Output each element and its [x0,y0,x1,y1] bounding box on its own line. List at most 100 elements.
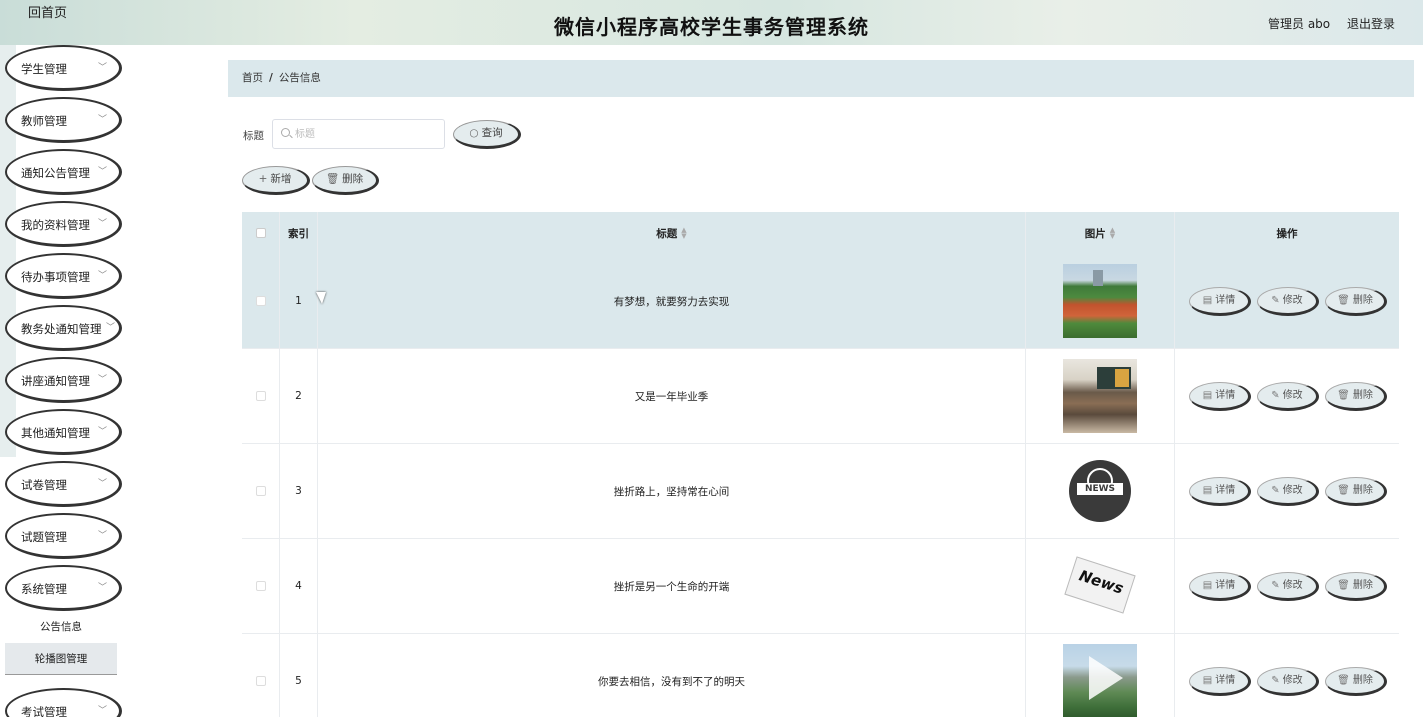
detail-button[interactable]: ▤ 详情 [1189,572,1251,601]
campus-image[interactable] [1063,644,1137,717]
sidebar-subitem-notice-info[interactable]: 公告信息 [5,611,117,643]
search-input[interactable] [295,126,435,142]
delete-button[interactable]: 🗑 删除 [1325,667,1387,696]
sidebar-item-label: 通知公告管理 [21,166,90,180]
header-checkbox-cell [242,212,280,254]
sort-icon[interactable]: ▲ ▼ [1110,227,1115,240]
mouse-cursor-icon [316,292,326,304]
row-index: 1 [280,254,318,348]
sidebar-item-todo[interactable]: 待办事项管理 ﹀ [5,253,122,299]
delete-button[interactable]: 🗑 删除 [1325,477,1387,506]
delete-label: 删除 [1352,485,1373,496]
row-image-cell: NEWS [1026,444,1175,538]
edit-button[interactable]: ✎ 修改 [1257,667,1319,696]
header-actions: 操作 [1276,227,1298,240]
plus-icon: + [258,173,268,185]
detail-button[interactable]: ▤ 详情 [1189,477,1251,506]
delete-button[interactable]: 🗑 删除 [1325,287,1387,316]
search-field[interactable] [272,119,445,149]
logout-link[interactable]: 退出登录 [1347,15,1395,32]
sort-icon[interactable]: ▲ ▼ [681,227,686,240]
row-checkbox-cell [242,539,280,633]
sidebar-item-label: 教师管理 [21,114,67,128]
row-checkbox[interactable] [255,391,266,401]
query-button[interactable]: ○ 查询 [453,120,521,149]
detail-button[interactable]: ▤ 详情 [1189,667,1251,696]
sidebar-item-student[interactable]: 学生管理 ﹀ [5,45,122,91]
edit-label: 修改 [1282,295,1303,306]
select-all-checkbox[interactable] [255,228,266,238]
table-row[interactable]: 4 挫折是另一个生命的开端 News ▤ 详情 ✎ 修改 🗑 删除 [242,539,1399,634]
pencil-icon: ✎ [1271,580,1280,591]
row-title: 有梦想，就要努力去实现 [318,254,1026,348]
row-checkbox[interactable] [255,296,266,306]
breadcrumb-home[interactable]: 首页 [242,72,263,84]
sidebar-item-system[interactable]: 系统管理 ﹀ [5,565,122,611]
edit-label: 修改 [1282,390,1303,401]
news-globe-image[interactable]: NEWS [1063,454,1137,528]
edit-label: 修改 [1282,580,1303,591]
table-row[interactable]: 5 你要去相信，没有到不了的明天 ▤ 详情 ✎ 修改 🗑 删除 [242,634,1399,717]
edit-label: 修改 [1282,485,1303,496]
add-button[interactable]: + 新增 [242,166,310,195]
row-title: 挫折是另一个生命的开端 [318,539,1026,633]
sports-field-image[interactable] [1063,264,1137,338]
sidebar-item-question[interactable]: 试题管理 ﹀ [5,513,122,559]
row-index: 5 [280,634,318,717]
document-icon: ▤ [1202,675,1213,686]
delete-button[interactable]: 🗑 删除 [1325,572,1387,601]
sidebar-item-paper[interactable]: 试卷管理 ﹀ [5,461,122,507]
add-button-label: 新增 [270,173,292,185]
delete-label: 删除 [1352,580,1373,591]
sidebar-item-other-notice[interactable]: 其他通知管理 ﹀ [5,409,122,455]
classroom-image[interactable] [1063,359,1137,433]
chevron-down-icon: ﹀ [97,531,107,541]
row-title: 又是一年毕业季 [318,349,1026,443]
document-icon: ▤ [1202,580,1213,591]
row-checkbox-cell [242,254,280,348]
chevron-down-icon: ﹀ [105,323,115,333]
trash-icon: 🗑 [325,173,340,185]
sidebar-item-exam[interactable]: 考试管理 ﹀ [5,688,122,717]
row-actions: ▤ 详情 ✎ 修改 🗑 删除 [1175,634,1399,717]
detail-label: 详情 [1215,390,1236,401]
sidebar-item-teacher[interactable]: 教师管理 ﹀ [5,97,122,143]
sidebar-item-label: 系统管理 [21,582,67,596]
sidebar-item-notice[interactable]: 通知公告管理 ﹀ [5,149,122,195]
pencil-icon: ✎ [1271,675,1280,686]
edit-button[interactable]: ✎ 修改 [1257,287,1319,316]
breadcrumb: 首页 / 公告信息 [228,60,1414,97]
breadcrumb-separator: / [269,72,273,84]
sidebar-subitem-carousel[interactable]: 轮播图管理 [5,643,117,675]
sidebar-item-label: 讲座通知管理 [21,374,90,388]
row-checkbox[interactable] [255,581,266,591]
table-row[interactable]: 2 又是一年毕业季 ▤ 详情 ✎ 修改 🗑 删除 [242,349,1399,444]
delete-button-label: 删除 [342,173,364,185]
edit-button[interactable]: ✎ 修改 [1257,572,1319,601]
sidebar-item-academic-notice[interactable]: 教务处通知管理 ﹀ [5,305,122,351]
batch-delete-button[interactable]: 🗑 删除 [312,166,379,195]
row-checkbox[interactable] [255,676,266,686]
trash-icon: 🗑 [1337,675,1350,686]
chevron-down-icon: ﹀ [97,706,107,716]
search-label: 标题 [243,130,264,142]
sidebar-item-lecture[interactable]: 讲座通知管理 ﹀ [5,357,122,403]
row-checkbox-cell [242,349,280,443]
delete-button[interactable]: 🗑 删除 [1325,382,1387,411]
edit-button[interactable]: ✎ 修改 [1257,477,1319,506]
detail-button[interactable]: ▤ 详情 [1189,287,1251,316]
table-header: 索引 标题 ▲ ▼ 图片 ▲ ▼ 操作 [242,212,1399,254]
newspaper-image[interactable]: News [1063,549,1137,623]
header-image-label: 图片 [1084,227,1106,240]
sidebar-item-profile[interactable]: 我的资料管理 ﹀ [5,201,122,247]
row-checkbox-cell [242,444,280,538]
header-image[interactable]: 图片 ▲ ▼ [1026,212,1175,254]
table-row[interactable]: 1 有梦想，就要努力去实现 ▤ 详情 ✎ 修改 🗑 删除 [242,254,1399,349]
detail-label: 详情 [1215,485,1236,496]
edit-button[interactable]: ✎ 修改 [1257,382,1319,411]
table-row[interactable]: 3 挫折路上，坚持常在心间 NEWS ▤ 详情 ✎ 修改 🗑 删除 [242,444,1399,539]
edit-label: 修改 [1282,675,1303,686]
header-title[interactable]: 标题 ▲ ▼ [318,212,1026,254]
detail-button[interactable]: ▤ 详情 [1189,382,1251,411]
row-checkbox[interactable] [255,486,266,496]
